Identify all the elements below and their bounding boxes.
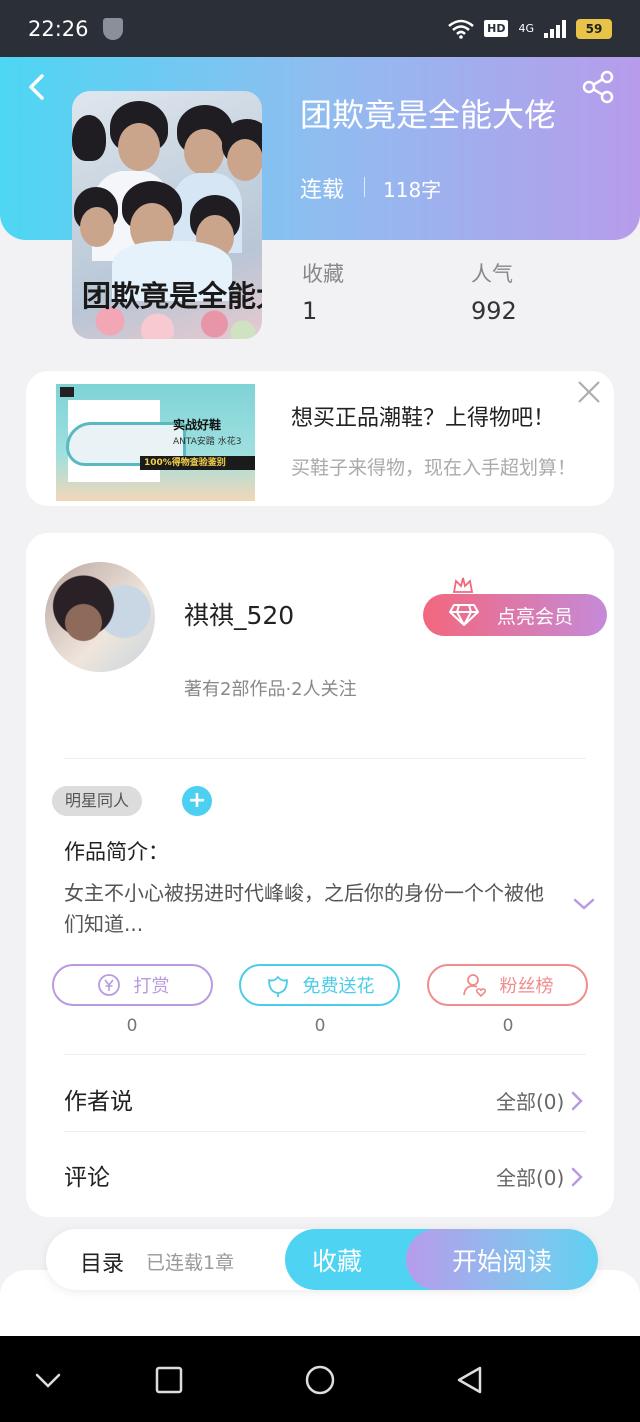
popularity-label: 人气 [471,262,513,286]
fan-ranking-label: 粉丝榜 [499,976,554,997]
divider [64,1054,586,1055]
nav-home-icon[interactable] [300,1360,340,1400]
tip-label: 打赏 [133,976,170,997]
signal-icon [544,19,566,38]
status-bar: 22:26 HD 4G 59 [0,0,640,57]
fan-ranking-button[interactable]: 粉丝榜 [427,964,588,1006]
divider [64,758,586,759]
tip-count: 0 [126,1016,138,1036]
word-count: 118字 [383,178,442,202]
start-reading-label: 开始阅读 [451,1246,552,1276]
status-time: 22:26 [28,16,89,41]
intro-label: 作品简介： [64,840,169,864]
comments-all-link[interactable]: 全部(0) [496,1162,584,1191]
nav-collapse-icon[interactable] [28,1360,68,1400]
flower-icon [267,976,288,997]
flower-count: 0 [314,1016,326,1036]
diamond-icon [449,604,479,626]
divider [64,1131,586,1132]
cover-title-text: 团欺竟是全能大 [82,279,262,313]
start-reading-button[interactable]: 开始阅读 [406,1229,598,1290]
author-notes-count: 全部(0) [496,1090,565,1114]
shield-icon [102,17,123,40]
nav-back-icon[interactable] [450,1360,490,1400]
ad-image[interactable]: 实战好鞋 ANTA安踏 水花3 100%得物查验鉴别 [56,384,255,501]
chapters-status: 已连载1章 [146,1252,235,1274]
intro-text: 女主不小心被拐进时代峰峻，之后你的身份一个个被他们知道... [64,881,544,936]
ad-title[interactable]: 想买正品潮鞋？上得物吧！ [291,400,555,432]
author-notes-all-link[interactable]: 全部(0) [496,1086,584,1115]
ad-description: 买鞋子来得物，现在入手超划算！ [291,457,577,479]
genre-tag[interactable]: 明星同人 [52,786,143,816]
nav-recents-icon[interactable] [149,1360,189,1400]
status-separator [364,177,365,197]
popularity-value: 992 [471,297,517,325]
author-name[interactable]: 祺祺_520 [184,596,294,632]
ad-image-band: 100%得物查验鉴别 [140,456,255,470]
favorite-button-label: 收藏 [311,1246,362,1276]
tip-button[interactable]: 打赏 [52,964,213,1006]
send-flower-label: 免费送花 [302,976,375,997]
table-of-contents-button[interactable]: 目录 [80,1246,124,1278]
author-notes-label[interactable]: 作者说 [64,1082,133,1116]
yuan-coin-icon [97,974,120,996]
book-status: 连载 [300,178,345,203]
battery-icon: 59 [576,18,612,39]
hd-badge: HD [484,20,509,37]
author-meta: 著有2部作品·2人关注 [184,679,357,700]
comments-label[interactable]: 评论 [64,1158,110,1192]
comments-count: 全部(0) [496,1166,565,1190]
fan-count: 0 [502,1016,514,1036]
chevron-right-icon [572,1091,584,1110]
ad-image-subtitle: ANTA安踏 水花3 [173,437,242,447]
favorites-label: 收藏 [302,262,344,286]
book-title: 团欺竟是全能大佬 [300,96,557,134]
ad-image-title: 实战好鞋 [173,418,222,432]
vip-button-label: 点亮会员 [497,605,574,628]
close-icon[interactable] [577,380,601,404]
status-indicators: HD 4G 59 [448,18,612,39]
favorites-value: 1 [302,297,318,325]
brand-logo-icon [60,387,74,397]
add-tag-button[interactable]: + [182,786,212,816]
chevron-down-icon[interactable] [572,894,596,914]
network-type: 4G [518,22,534,35]
share-icon[interactable] [580,70,616,104]
chevron-right-icon [572,1167,584,1186]
send-flower-button[interactable]: 免费送花 [239,964,400,1006]
user-heart-icon [462,974,486,998]
wifi-icon [448,19,474,39]
book-cover[interactable]: 团欺竟是全能大 [72,91,262,339]
back-icon[interactable] [22,70,52,104]
crown-icon [452,577,474,593]
author-avatar[interactable] [45,562,155,672]
